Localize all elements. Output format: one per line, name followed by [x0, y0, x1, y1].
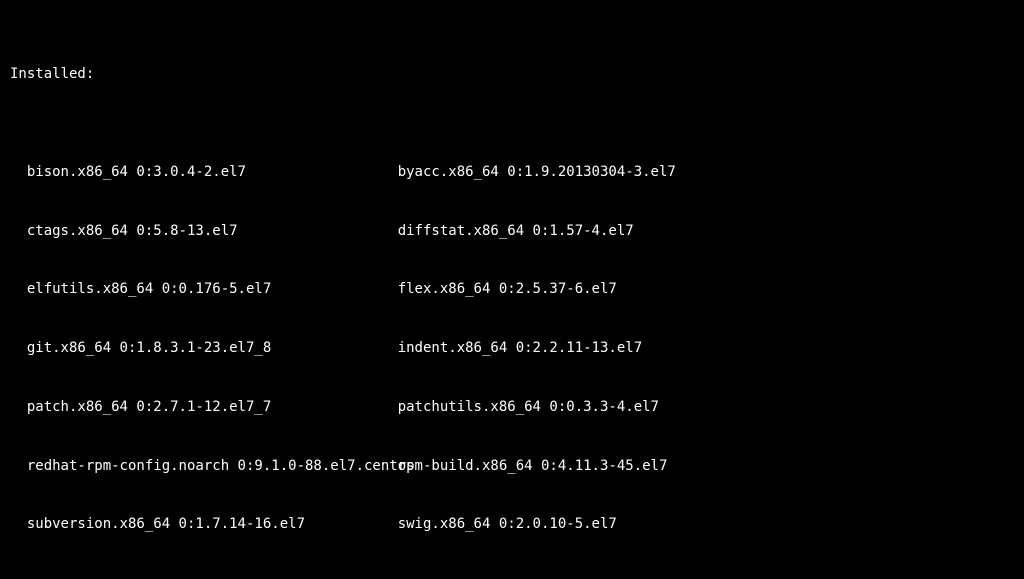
pkg-left: git.x86_64 0:1.8.3.1-23.el7_8	[27, 339, 381, 359]
pkg-right: byacc.x86_64 0:1.9.20130304-3.el7	[398, 163, 752, 183]
list-item: redhat-rpm-config.noarch 0:9.1.0-88.el7.…	[10, 457, 1014, 477]
pkg-right: indent.x86_64 0:2.2.11-13.el7	[398, 339, 752, 359]
pkg-left: bison.x86_64 0:3.0.4-2.el7	[27, 163, 381, 183]
pkg-right: diffstat.x86_64 0:1.57-4.el7	[398, 222, 752, 242]
pkg-left: subversion.x86_64 0:1.7.14-16.el7	[27, 515, 381, 535]
list-item: ctags.x86_64 0:5.8-13.el7 diffstat.x86_64…	[10, 222, 1014, 242]
list-item: subversion.x86_64 0:1.7.14-16.el7 swig.x8…	[10, 515, 1014, 535]
list-item: git.x86_64 0:1.8.3.1-23.el7_8 indent.x86_…	[10, 339, 1014, 359]
pkg-right: patchutils.x86_64 0:0.3.3-4.el7	[398, 398, 752, 418]
pkg-left: patch.x86_64 0:2.7.1-12.el7_7	[27, 398, 381, 418]
installed-list: bison.x86_64 0:3.0.4-2.el7 byacc.x86_64 0…	[10, 124, 1014, 575]
list-item: bison.x86_64 0:3.0.4-2.el7 byacc.x86_64 0…	[10, 163, 1014, 183]
list-item: elfutils.x86_64 0:0.176-5.el7 flex.x86_64…	[10, 280, 1014, 300]
pkg-right: rpm-build.x86_64 0:4.11.3-45.el7	[398, 457, 752, 477]
pkg-right: flex.x86_64 0:2.5.37-6.el7	[398, 280, 752, 300]
installed-section-title: Installed:	[10, 65, 1014, 85]
pkg-right: swig.x86_64 0:2.0.10-5.el7	[398, 515, 752, 535]
pkg-left: elfutils.x86_64 0:0.176-5.el7	[27, 280, 381, 300]
pkg-left: redhat-rpm-config.noarch 0:9.1.0-88.el7.…	[27, 457, 381, 477]
pkg-left: ctags.x86_64 0:5.8-13.el7	[27, 222, 381, 242]
terminal-output[interactable]: Installed: bison.x86_64 0:3.0.4-2.el7 bya…	[0, 0, 1024, 579]
list-item: patch.x86_64 0:2.7.1-12.el7_7 patchutils.…	[10, 398, 1014, 418]
